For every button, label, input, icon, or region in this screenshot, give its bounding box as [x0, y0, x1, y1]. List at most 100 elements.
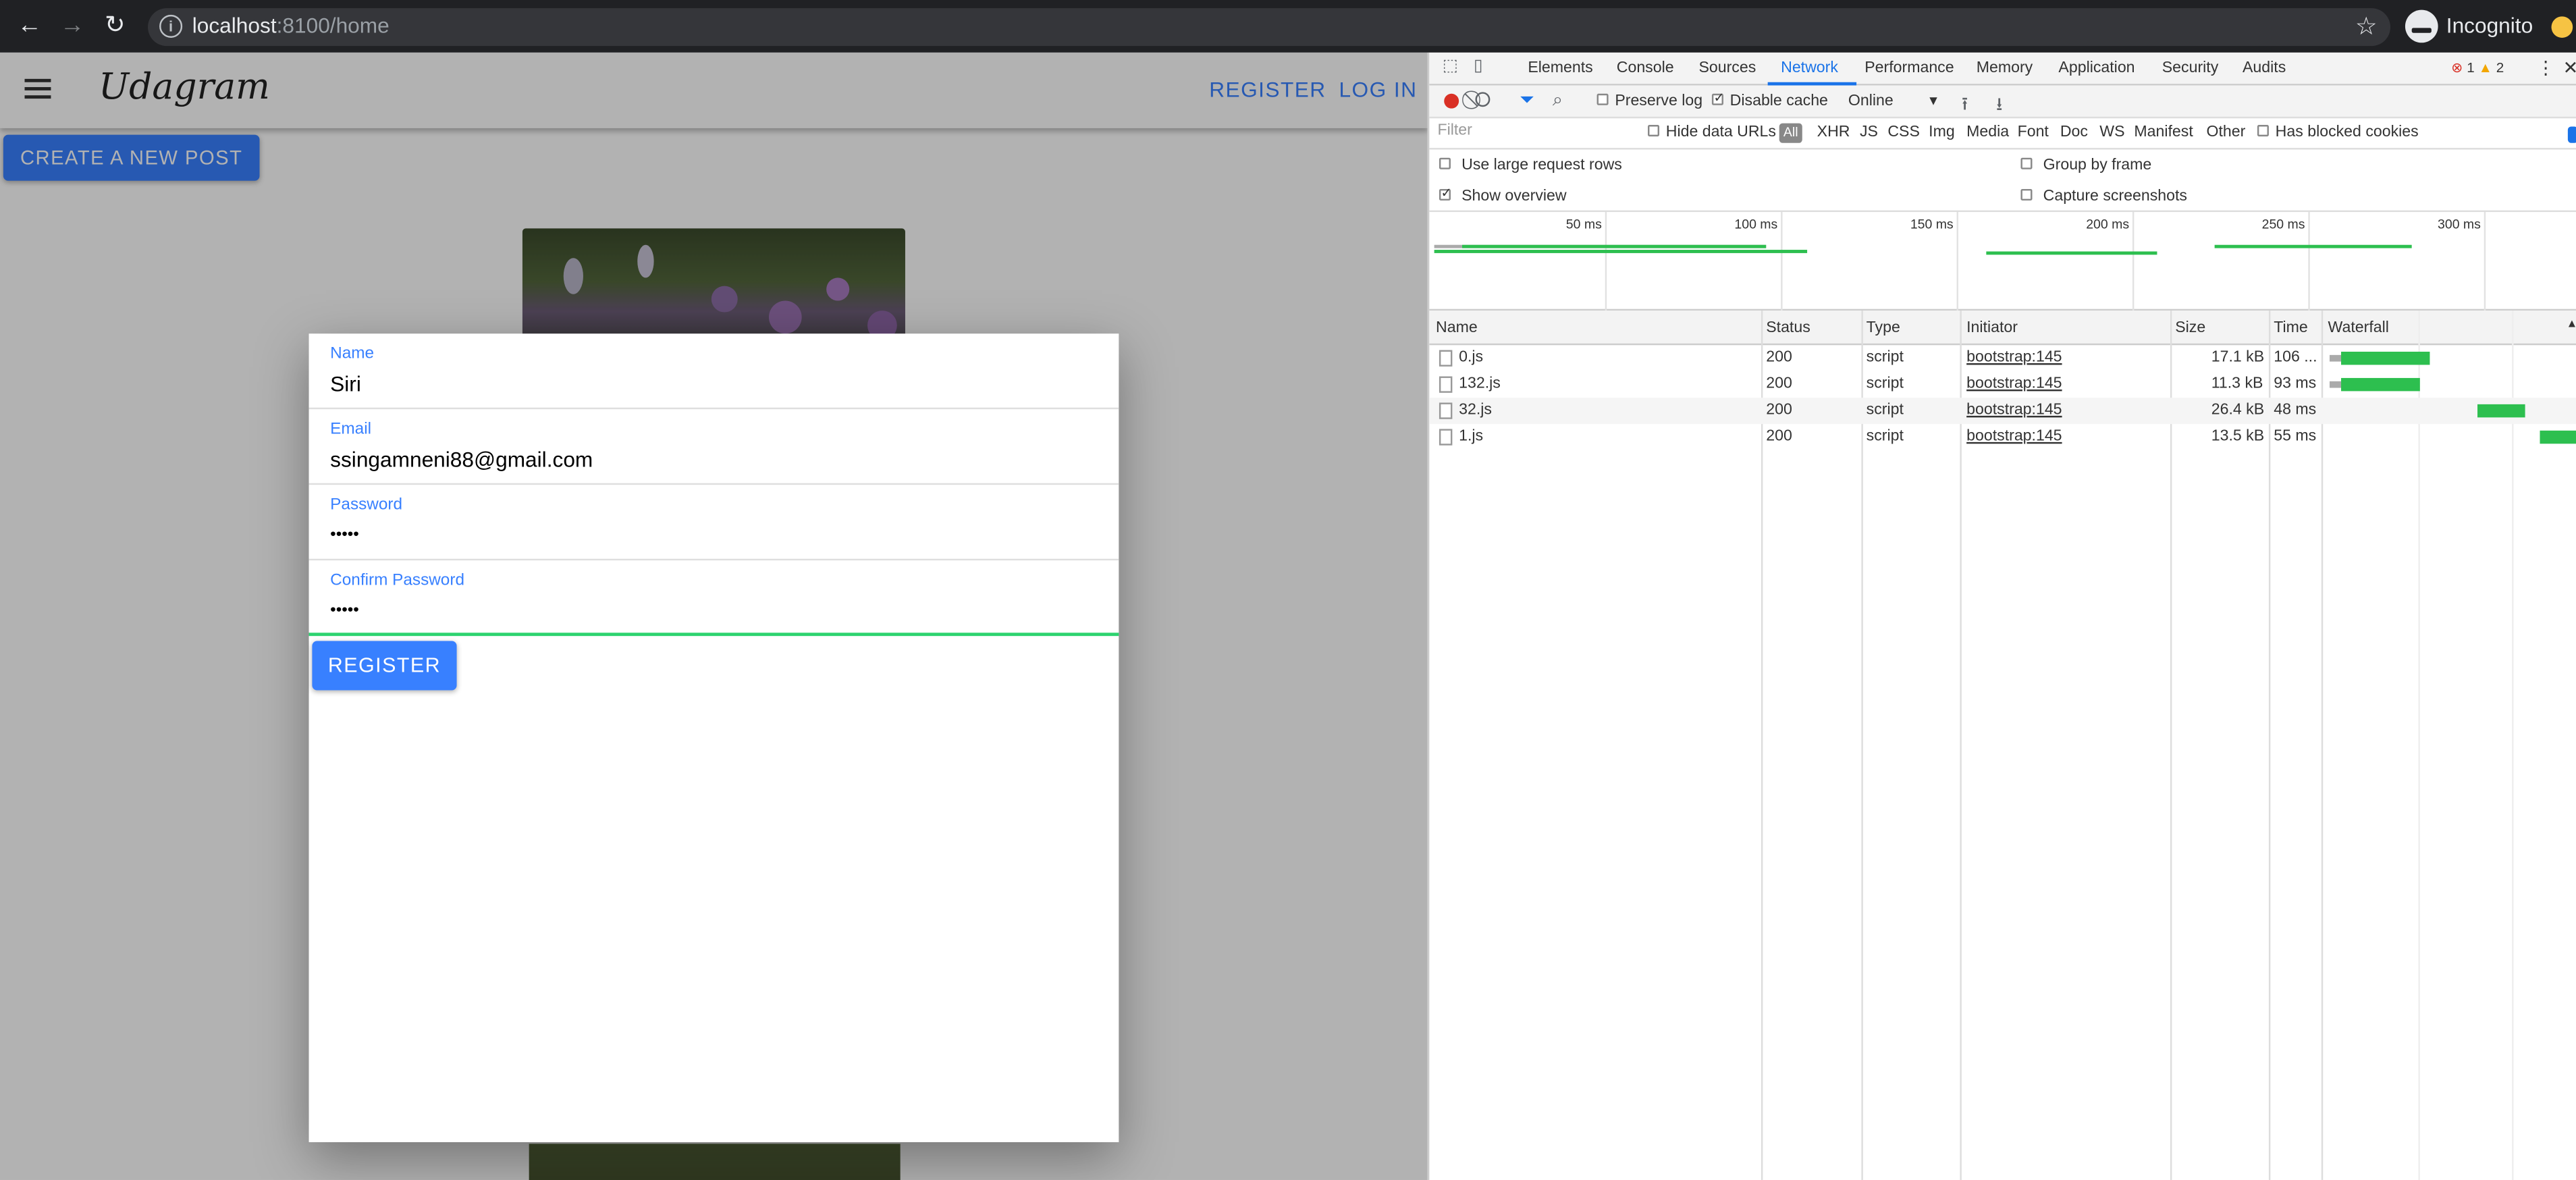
column-status[interactable]: Status — [1766, 319, 1810, 337]
bookmark-star-icon[interactable]: ☆ — [2355, 11, 2378, 41]
timeline-gridline — [1781, 212, 1783, 311]
filter-all-button[interactable]: All — [1779, 123, 1802, 143]
request-initiator-link[interactable]: bootstrap:145 — [1966, 427, 2062, 446]
waterfall-queue-bar — [2329, 381, 2342, 388]
tab-security[interactable]: Security — [2162, 59, 2219, 78]
request-initiator-link[interactable]: bootstrap:145 — [1966, 401, 2062, 419]
show-overview-checkbox[interactable]: Show overview — [1439, 186, 1567, 205]
request-initiator-link[interactable]: bootstrap:145 — [1966, 348, 2062, 367]
filter-media[interactable]: Media — [1966, 124, 2009, 142]
confirm-password-field[interactable]: Confirm Password ••••• — [308, 560, 1119, 637]
table-row[interactable]: 1.js 200 script bootstrap:145 13.5 kB 55… — [1429, 424, 2576, 450]
request-name[interactable]: 1.js — [1459, 427, 1483, 446]
confirm-password-label: Confirm Password — [330, 572, 465, 590]
device-toolbar-icon[interactable]: ▯ — [1474, 57, 1482, 76]
request-name[interactable]: 132.js — [1459, 375, 1501, 393]
checkbox-icon[interactable] — [1596, 93, 1609, 105]
table-row[interactable]: 132.js 200 script bootstrap:145 11.3 kB … — [1429, 371, 2576, 398]
column-time[interactable]: Time — [2274, 319, 2308, 337]
password-field[interactable]: Password ••••• — [308, 485, 1119, 561]
issue-counter[interactable]: ⊗ 1 ▲ 2 — [2451, 59, 2504, 78]
checkbox-icon[interactable] — [2257, 124, 2269, 137]
filter-xhr[interactable]: XHR — [1817, 124, 1850, 142]
timeline-gridline — [2132, 212, 2135, 311]
tab-console[interactable]: Console — [1617, 59, 1674, 78]
email-field[interactable]: Email ssingamneni88@gmail.com — [308, 409, 1119, 485]
confirm-password-input[interactable]: ••••• — [330, 601, 359, 620]
inspect-element-icon[interactable]: ⬚ — [1443, 57, 1458, 76]
register-modal: Name Siri Email ssingamneni88@gmail.com … — [308, 333, 1119, 1142]
close-icon[interactable]: ✕ — [2563, 57, 2576, 79]
forward-arrow-icon[interactable]: → — [57, 11, 87, 41]
table-row[interactable]: 32.js 200 script bootstrap:145 26.4 kB 4… — [1429, 398, 2576, 425]
tab-sources[interactable]: Sources — [1698, 59, 1756, 78]
column-waterfall[interactable]: Waterfall — [2328, 319, 2389, 337]
info-icon[interactable]: i — [159, 14, 183, 38]
throttle-select[interactable]: Online ▾ — [1848, 92, 1937, 110]
overview-bar — [1461, 244, 1767, 248]
request-name[interactable]: 0.js — [1459, 348, 1483, 367]
record-icon[interactable] — [1444, 93, 1459, 109]
import-har-icon[interactable]: ⭱ — [1962, 90, 1968, 122]
timeline-gridline — [2308, 212, 2310, 311]
disable-cache-checkbox[interactable]: Disable cache — [1711, 90, 1828, 110]
back-arrow-icon[interactable]: ← — [15, 11, 45, 41]
hide-data-urls-checkbox[interactable]: Hide data URLs — [1648, 124, 1776, 141]
request-name[interactable]: 32.js — [1459, 401, 1492, 419]
export-har-icon[interactable]: ⭳ — [1996, 90, 2002, 122]
register-submit-button[interactable]: REGISTER — [312, 641, 457, 691]
tab-performance[interactable]: Performance — [1864, 59, 1954, 78]
filter-icon[interactable]: ⏷ — [1520, 90, 1534, 112]
filter-img[interactable]: Img — [1929, 124, 1955, 142]
sort-arrow-icon[interactable]: ▲ — [2566, 319, 2576, 330]
timeline-gridline — [2484, 212, 2486, 311]
tab-network[interactable]: Network — [1781, 59, 1838, 78]
overview-bar — [2214, 244, 2412, 248]
checkbox-checked-icon[interactable] — [1439, 186, 1452, 200]
column-name[interactable]: Name — [1436, 319, 1478, 337]
timeline-overview[interactable]: 50 ms 100 ms 150 ms 200 ms 250 ms 300 ms — [1429, 212, 2576, 311]
profile-avatar[interactable] — [2551, 16, 2573, 38]
tab-audits[interactable]: Audits — [2243, 59, 2286, 78]
password-label: Password — [330, 496, 403, 514]
checkbox-icon[interactable] — [2020, 188, 2033, 200]
checkbox-icon[interactable] — [2020, 157, 2033, 169]
large-rows-checkbox[interactable]: Use large request rows — [1439, 156, 1622, 174]
kebab-menu-icon[interactable]: ⋮ — [2537, 57, 2555, 79]
table-row[interactable]: 0.js 200 script bootstrap:145 17.1 kB 10… — [1429, 345, 2576, 371]
clear-circle-icon[interactable] — [1475, 92, 1491, 107]
filter-input[interactable]: Filter — [1437, 122, 1631, 144]
request-type: script — [1866, 427, 1904, 446]
checkbox-checked-icon[interactable] — [1711, 90, 1725, 105]
filter-js[interactable]: JS — [1860, 124, 1878, 142]
tab-elements[interactable]: Elements — [1528, 59, 1592, 78]
filter-doc[interactable]: Doc — [2060, 124, 2088, 142]
blocked-cookies-checkbox[interactable]: Has blocked cookies — [2257, 124, 2419, 141]
filter-manifest[interactable]: Manifest — [2134, 124, 2193, 142]
column-initiator[interactable]: Initiator — [1966, 319, 2018, 337]
column-size[interactable]: Size — [2175, 319, 2205, 337]
checkbox-icon[interactable] — [1648, 124, 1660, 137]
checkbox-icon[interactable] — [1439, 157, 1451, 169]
password-input[interactable]: ••••• — [330, 526, 359, 544]
filter-css[interactable]: CSS — [1887, 124, 1920, 142]
tab-memory[interactable]: Memory — [1977, 59, 2033, 78]
group-by-frame-checkbox[interactable]: Group by frame — [2020, 156, 2151, 174]
filter-font[interactable]: Font — [2018, 124, 2049, 142]
filter-ws[interactable]: WS — [2099, 124, 2124, 142]
request-size: 13.5 kB — [2211, 427, 2265, 446]
column-type[interactable]: Type — [1867, 319, 1900, 337]
timeline-tick-label: 100 ms — [1734, 217, 1778, 232]
reload-icon[interactable]: ↻ — [100, 11, 130, 41]
name-input[interactable]: Siri — [330, 371, 361, 396]
capture-screenshots-checkbox[interactable]: Capture screenshots — [2020, 188, 2187, 205]
filter-other[interactable]: Other — [2206, 124, 2245, 142]
tab-application[interactable]: Application — [2058, 59, 2135, 78]
preserve-log-checkbox[interactable]: Preserve log — [1596, 92, 1702, 110]
email-input[interactable]: ssingamneni88@gmail.com — [330, 447, 593, 472]
name-field[interactable]: Name Siri — [308, 333, 1119, 410]
url-text: localhost:8100/home — [192, 13, 390, 38]
request-initiator-link[interactable]: bootstrap:145 — [1966, 375, 2062, 393]
search-icon[interactable]: ⌕ — [1553, 90, 1563, 112]
address-bar[interactable]: i localhost:8100/home ☆ — [148, 8, 2391, 47]
